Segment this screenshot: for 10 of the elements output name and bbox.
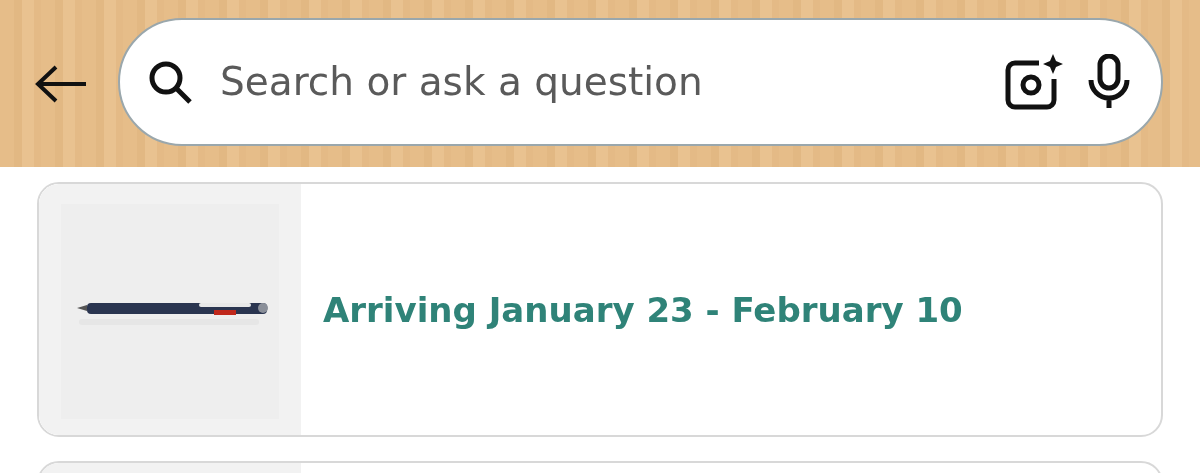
back-button[interactable] (34, 63, 88, 104)
search-field[interactable]: Search or ask a question (118, 17, 1163, 146)
microphone-icon (1087, 53, 1131, 110)
search-input[interactable]: Search or ask a question (218, 58, 979, 105)
camera-button[interactable] (1003, 52, 1063, 111)
camera-sparkle-icon (1003, 52, 1063, 111)
delivery-status: Arriving January 23 - February 10 (323, 289, 963, 330)
order-card[interactable]: Arriving January 23 - February 10 (37, 182, 1163, 437)
back-arrow-icon (34, 63, 88, 104)
microphone-button[interactable] (1087, 53, 1131, 110)
